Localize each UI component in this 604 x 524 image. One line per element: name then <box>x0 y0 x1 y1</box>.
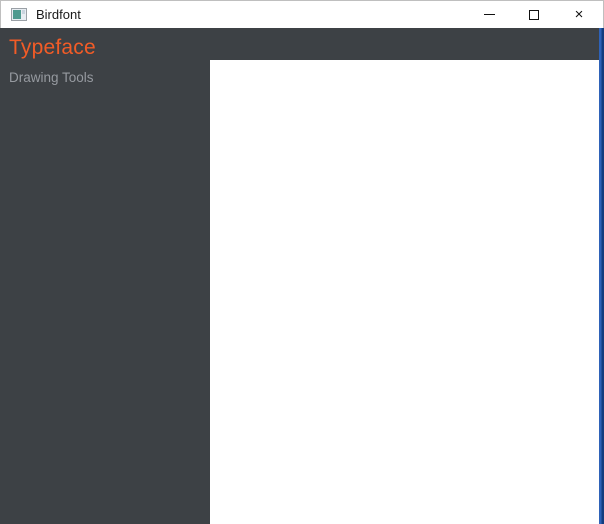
close-icon: × <box>574 6 584 23</box>
typeface-menu[interactable]: Typeface <box>9 36 210 60</box>
window-title: Birdfont <box>36 7 81 22</box>
content-area <box>210 28 604 524</box>
window-controls: × <box>481 7 587 23</box>
glyph-canvas[interactable] <box>210 60 604 524</box>
maximize-icon <box>529 9 539 20</box>
titlebar: Birdfont × <box>0 0 604 28</box>
app-icon <box>11 8 27 21</box>
minimize-button[interactable] <box>481 7 497 23</box>
minimize-icon <box>483 14 495 15</box>
tab-bar <box>210 28 604 60</box>
birdfont-window: Birdfont × Typeface Drawing Tools <box>0 0 604 524</box>
main-area: Typeface Drawing Tools <box>0 28 604 524</box>
maximize-button[interactable] <box>526 7 542 23</box>
sidebar-sections: Drawing Tools <box>8 70 210 85</box>
window-edge-highlight <box>599 28 604 524</box>
close-button[interactable]: × <box>571 7 587 23</box>
section-label-drawing-tools: Drawing Tools <box>9 70 94 85</box>
sidebar: Typeface Drawing Tools <box>0 28 210 524</box>
